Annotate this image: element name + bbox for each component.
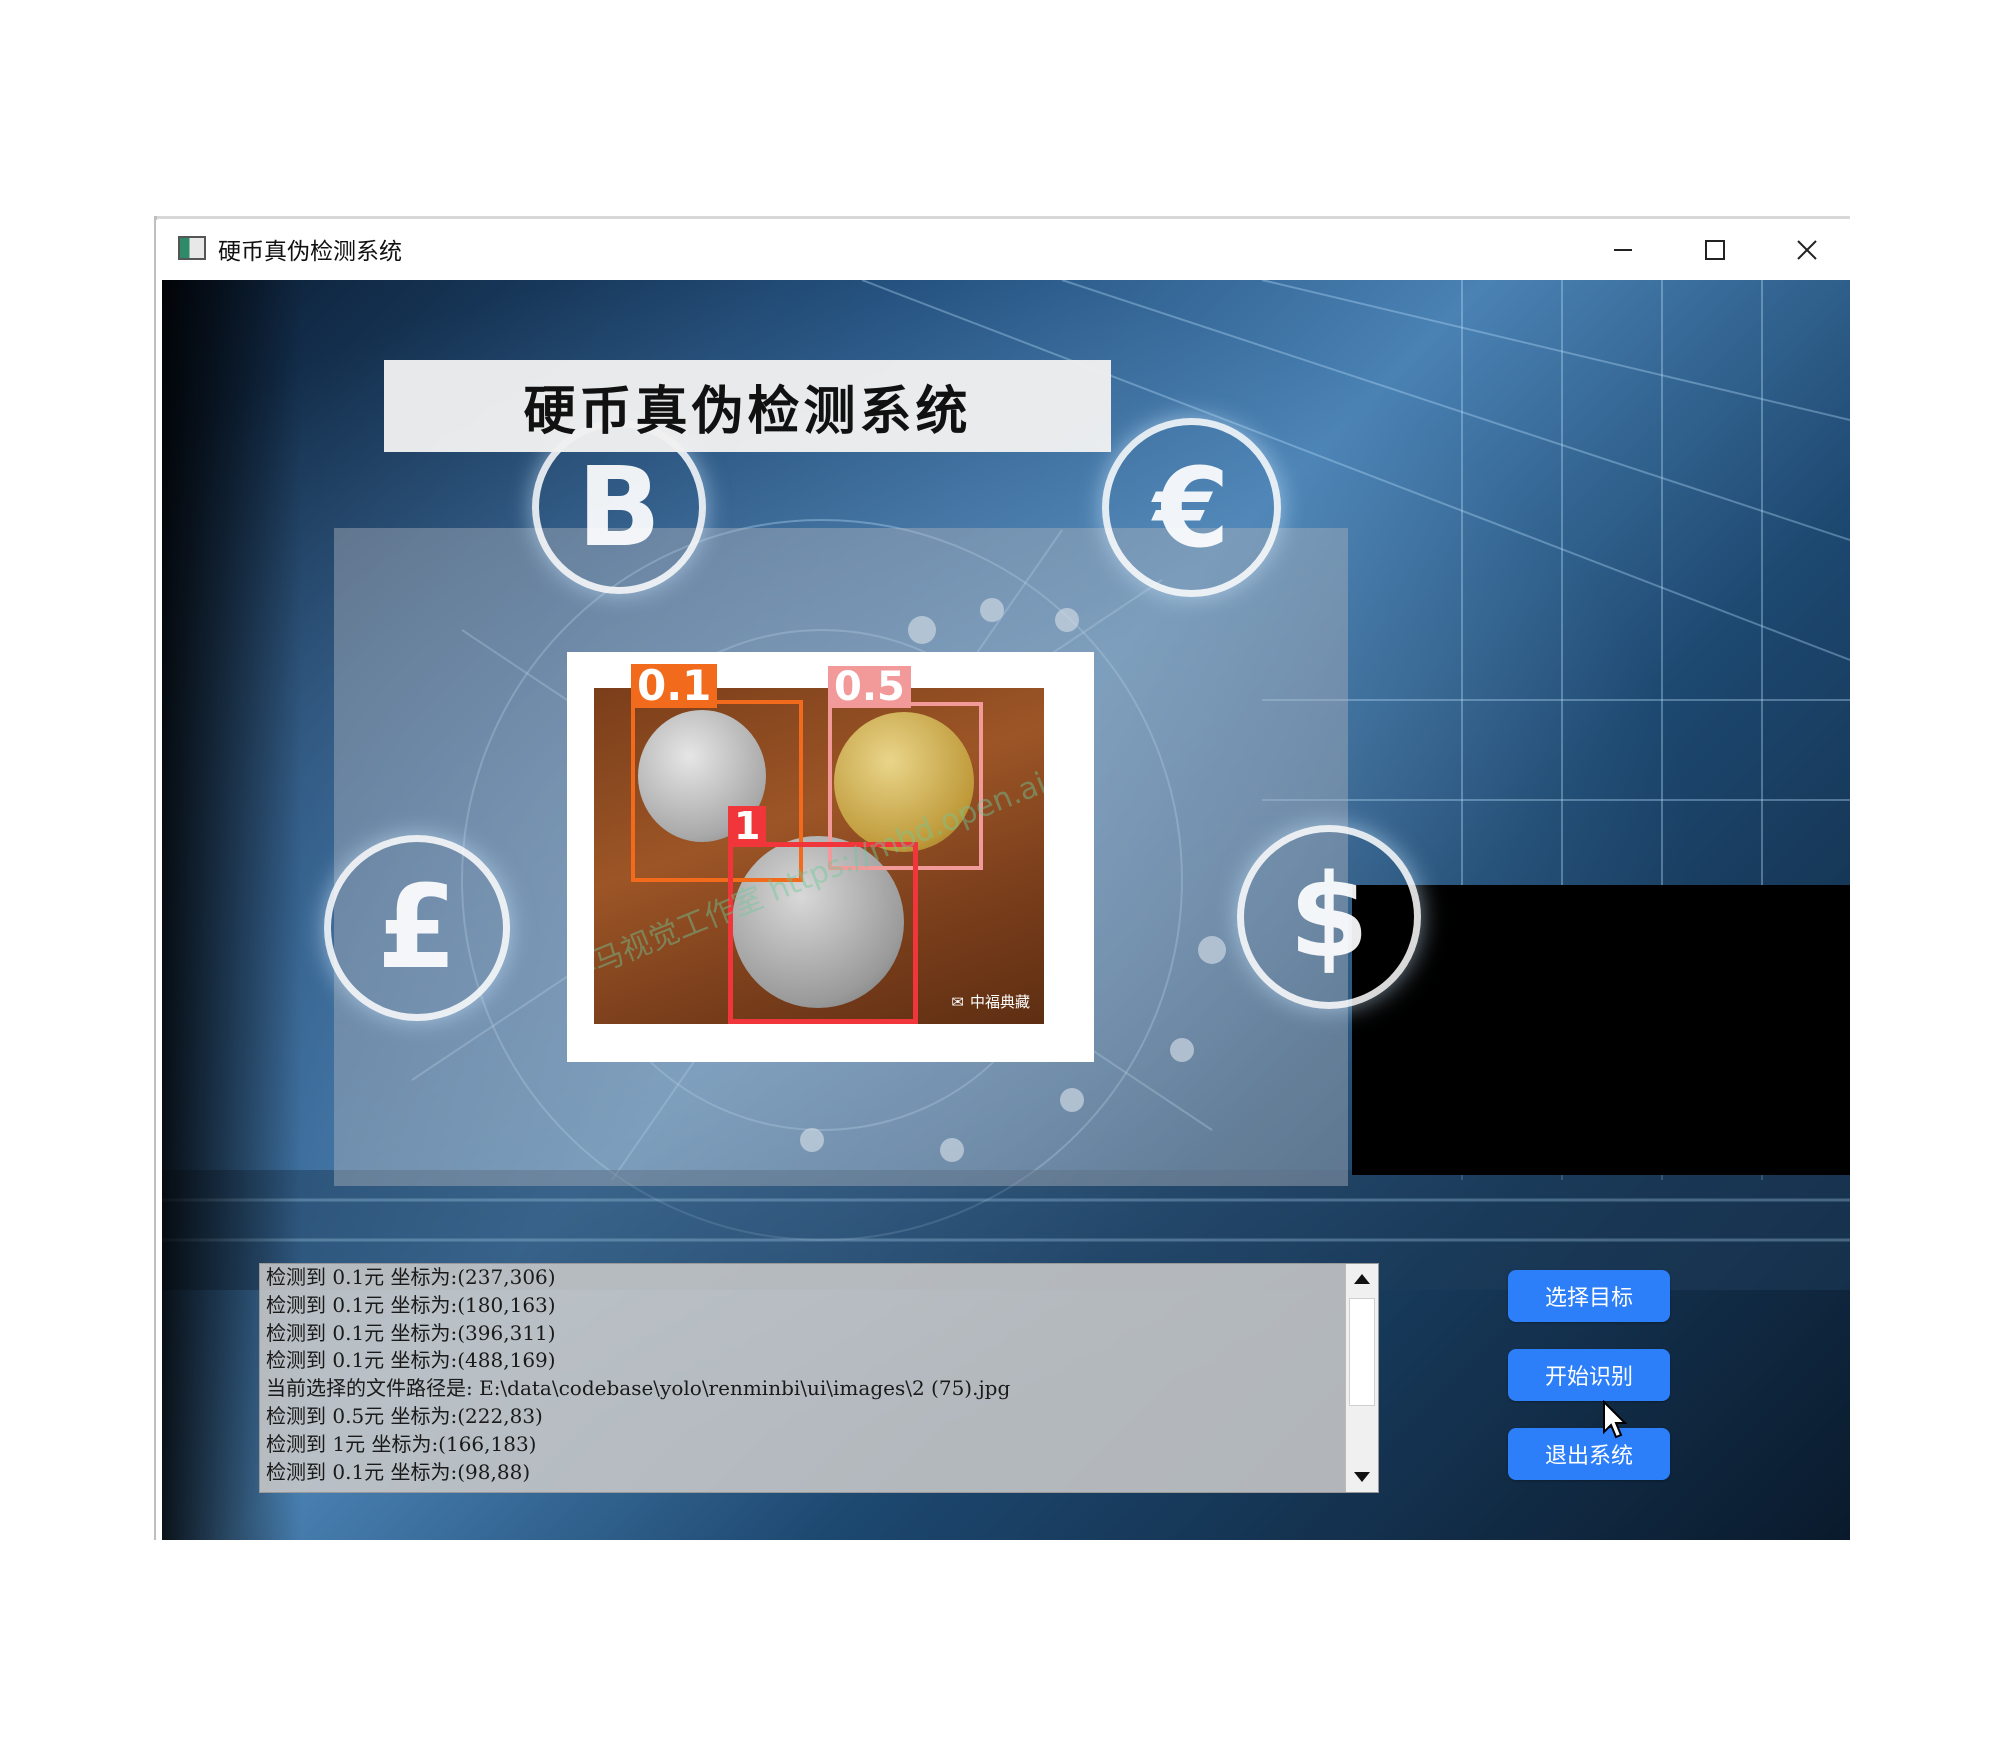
- background-dark-region: [1352, 885, 1850, 1175]
- log-line: 当前选择的文件路径是: E:\data\codebase\yolo\renmin…: [266, 1376, 1011, 1401]
- wechat-icon: ✉: [951, 992, 964, 1011]
- screen-top-border: [156, 216, 1850, 219]
- title-bar: 硬币真伪检测系统: [156, 220, 1850, 280]
- main-panel: B € £ $ 硬币真伪检测系统 群马视觉工作室 https://mbd.ope…: [162, 280, 1850, 1540]
- app-window: 硬币真伪检测系统 B € £ $ 硬币真伪检测系统 群马视觉工作室 https:…: [156, 220, 1850, 1540]
- detection-label-0-1: 0.1: [631, 664, 718, 708]
- detection-label-1: 1: [728, 806, 767, 846]
- log-lines: 检测到 0.1元 坐标为:(237,306) 检测到 0.1元 坐标为:(180…: [266, 1264, 1346, 1486]
- close-icon: [1797, 240, 1817, 260]
- log-line: 检测到 0.1元 坐标为:(488,169): [266, 1348, 556, 1373]
- header-banner: 硬币真伪检测系统: [384, 360, 1111, 452]
- euro-symbol-icon: €: [1102, 418, 1281, 597]
- minimize-icon: [1614, 249, 1632, 251]
- detection-label-0-5: 0.5: [828, 666, 911, 708]
- image-brand-label: 中福典藏: [969, 993, 1030, 1011]
- arrow-down-icon: [1354, 1472, 1370, 1482]
- detection-image-frame: 群马视觉工作室 https://mbd.open.ai/work ✉ 中福典藏 …: [567, 652, 1094, 1062]
- select-target-button[interactable]: 选择目标: [1508, 1270, 1670, 1322]
- arrow-up-icon: [1354, 1274, 1370, 1284]
- maximize-icon: [1705, 240, 1725, 260]
- close-button[interactable]: [1772, 228, 1842, 272]
- log-line: 检测到 0.1元 坐标为:(180,163): [266, 1292, 556, 1317]
- log-line: 检测到 0.1元 坐标为:(237,306): [266, 1265, 556, 1289]
- log-line: 检测到 1元 坐标为:(166,183): [266, 1431, 537, 1456]
- log-line: 检测到 0.5元 坐标为:(222,83): [266, 1403, 543, 1428]
- dollar-symbol-icon: $: [1237, 825, 1421, 1009]
- mouse-cursor-icon: [1603, 1400, 1628, 1439]
- detection-image: 群马视觉工作室 https://mbd.open.ai/work ✉ 中福典藏: [594, 688, 1044, 1024]
- log-line: 检测到 0.1元 坐标为:(98,88): [266, 1459, 531, 1484]
- minimize-button[interactable]: [1588, 228, 1658, 272]
- exit-system-button[interactable]: 退出系统: [1508, 1428, 1670, 1480]
- page-title: 硬币真伪检测系统: [523, 381, 972, 442]
- scroll-up-button[interactable]: [1346, 1264, 1378, 1294]
- image-brand: ✉ 中福典藏: [951, 991, 1030, 1012]
- window-title: 硬币真伪检测系统: [218, 239, 402, 265]
- log-scrollbar[interactable]: [1345, 1264, 1378, 1492]
- pound-symbol-icon: £: [324, 835, 510, 1021]
- scroll-down-button[interactable]: [1346, 1462, 1378, 1492]
- start-detect-button[interactable]: 开始识别: [1508, 1349, 1670, 1401]
- maximize-button[interactable]: [1680, 228, 1750, 272]
- app-icon: [178, 236, 206, 260]
- scrollbar-thumb[interactable]: [1349, 1298, 1375, 1406]
- log-textarea[interactable]: 检测到 0.1元 坐标为:(237,306) 检测到 0.1元 坐标为:(180…: [259, 1263, 1379, 1493]
- log-line: 检测到 0.1元 坐标为:(396,311): [266, 1320, 556, 1345]
